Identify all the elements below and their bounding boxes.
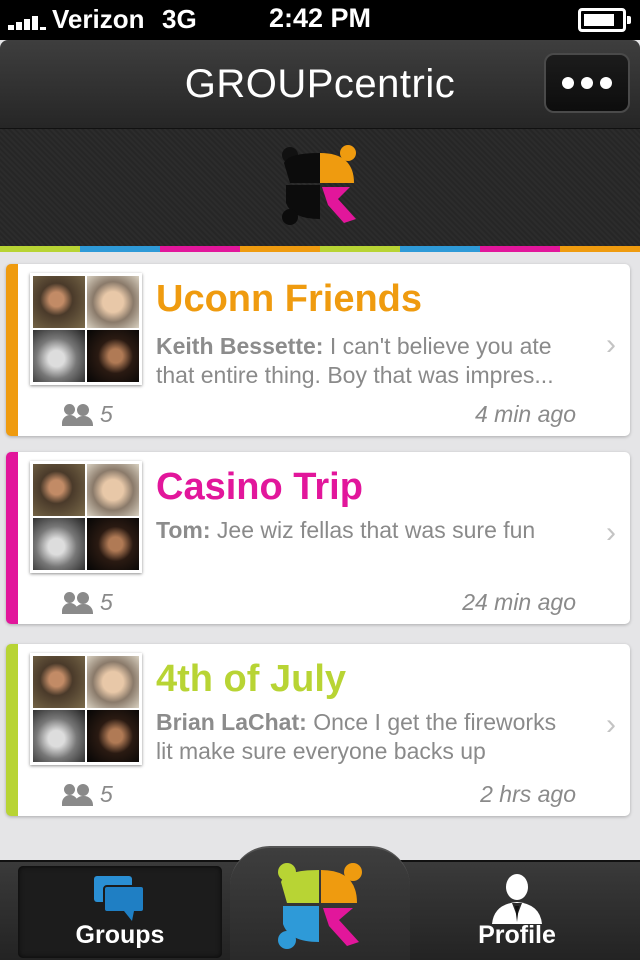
last-message: Tom: Jee wiz fellas that was sure fun [156,516,588,545]
message-text-continued: that entire thing. Boy that was impres..… [156,362,554,388]
chevron-right-icon: › [606,708,616,741]
member-count-value: 5 [100,401,113,427]
tab-groups-label: Groups [75,921,165,949]
people-icon [62,403,94,426]
group-name: Uconn Friends [156,278,423,320]
people-icon [62,591,94,614]
message-text: I can't believe you ate [329,333,552,359]
tab-groups[interactable]: Groups [18,866,222,958]
chevron-right-icon: › [606,516,616,549]
groupcentric-logo-icon [278,863,362,949]
nav-bar: GROUPcentric [0,40,640,128]
member-count: 5 [62,781,113,808]
groupcentric-logo-icon [282,145,356,225]
timestamp: 2 hrs ago [480,781,576,807]
last-message: Keith Bessette: I can't believe you ate … [156,332,588,390]
group-card-4th-of-july[interactable]: 4th of July Brian LaChat: Once I get the… [6,644,630,816]
timestamp: 4 min ago [474,401,576,427]
status-bar: Verizon 3G 2:42 PM [0,0,640,40]
group-card-casino-trip[interactable]: Casino Trip Tom: Jee wiz fellas that was… [6,452,630,624]
message-sender: Brian LaChat: [156,709,307,735]
message-text: Jee wiz fellas that was sure fun [216,517,536,543]
battery-icon [578,8,631,32]
group-avatar [30,273,142,385]
message-text-continued: lit make sure everyone backs up [156,738,486,764]
more-options-button[interactable] [544,53,630,113]
group-name: 4th of July [156,658,347,700]
timestamp: 24 min ago [462,589,576,615]
member-count-value: 5 [100,589,113,615]
group-card-uconn-friends[interactable]: Uconn Friends Keith Bessette: I can't be… [6,264,630,436]
member-count: 5 [62,589,113,616]
chevron-right-icon: › [606,328,616,361]
chat-bubbles-icon [94,876,145,921]
tab-profile-label: Profile [478,921,556,949]
status-time: 2:42 PM [268,3,372,33]
message-text: Once I get the fireworks [313,709,557,735]
group-avatar [30,653,142,765]
color-stripe [0,246,640,252]
ellipsis-icon [562,77,574,89]
home-logo-button[interactable] [230,846,410,960]
group-name: Casino Trip [156,466,363,508]
logo-banner [0,128,640,246]
person-icon [492,874,542,924]
tab-profile[interactable]: Profile [414,866,620,958]
message-sender: Tom: [156,517,211,543]
group-avatar [30,461,142,573]
people-icon [62,783,94,806]
member-count-value: 5 [100,781,113,807]
last-message: Brian LaChat: Once I get the fireworks l… [156,708,588,766]
member-count: 5 [62,401,113,428]
message-sender: Keith Bessette: [156,333,324,359]
